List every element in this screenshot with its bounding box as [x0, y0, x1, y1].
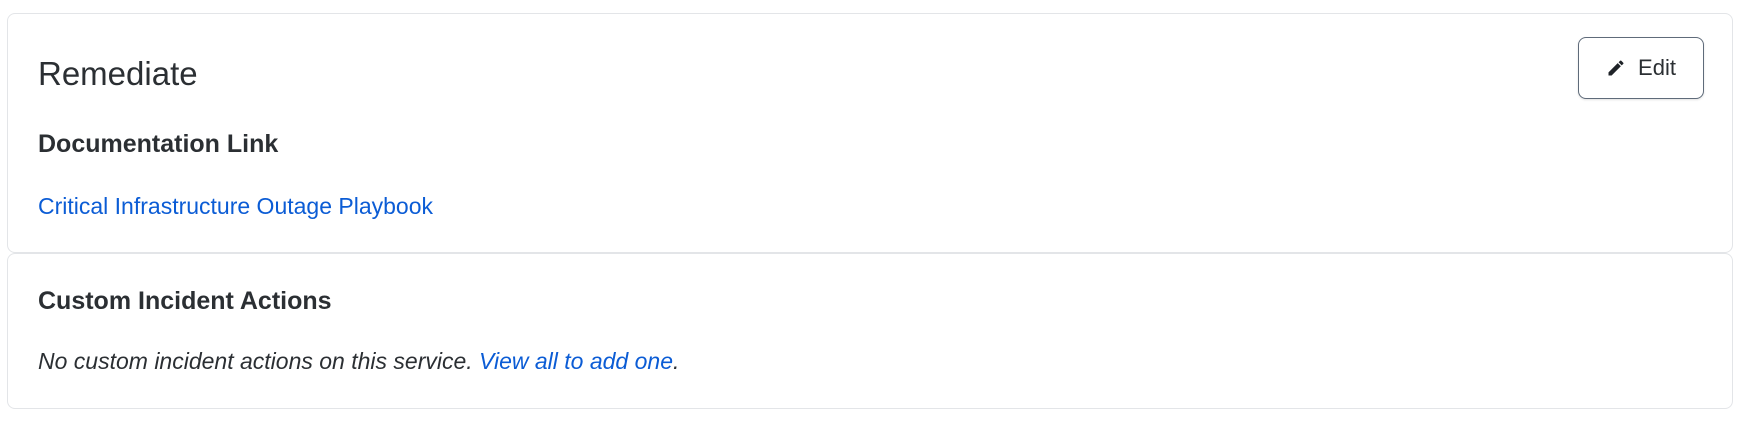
view-all-link[interactable]: View all to add one	[479, 348, 673, 374]
remediate-card: Remediate Edit Documentation Link Critic…	[7, 13, 1733, 253]
edit-button[interactable]: Edit	[1578, 37, 1704, 99]
documentation-link-heading: Documentation Link	[38, 130, 279, 158]
empty-message-punct: .	[673, 348, 680, 374]
edit-button-label: Edit	[1638, 55, 1676, 80]
remediate-title: Remediate	[38, 55, 198, 92]
empty-message-text: No custom incident actions on this servi…	[38, 348, 480, 374]
custom-incident-actions-heading: Custom Incident Actions	[38, 287, 332, 315]
documentation-link[interactable]: Critical Infrastructure Outage Playbook	[38, 195, 433, 218]
custom-actions-empty-message: No custom incident actions on this servi…	[38, 350, 679, 373]
custom-incident-actions-card: Custom Incident Actions No custom incide…	[7, 253, 1733, 409]
pencil-icon	[1606, 58, 1626, 78]
